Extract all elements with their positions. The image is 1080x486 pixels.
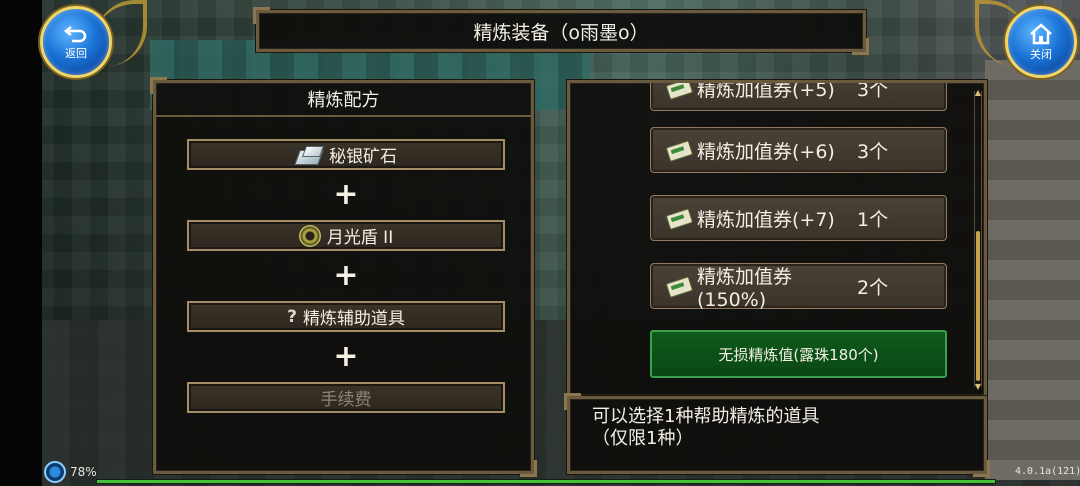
battery-icon	[44, 461, 66, 483]
scroll-down-icon[interactable]: ▼	[972, 383, 984, 391]
recipe-title: 精炼配方	[156, 83, 531, 117]
equipment-label: 月光盾 II	[326, 228, 394, 248]
ticket-count: 2个	[857, 276, 889, 299]
info-line-2: （仅限1种）	[592, 428, 694, 449]
info-text: 可以选择1种帮助精炼的道具 （仅限1种）	[592, 406, 819, 450]
assist-item-slot[interactable]: ? 精炼辅助道具	[187, 301, 505, 332]
ticket-name: 精炼加值券(+5)	[697, 80, 835, 101]
ticket-icon	[665, 83, 691, 99]
title-bar: 精炼装备（o雨墨o）	[253, 7, 869, 55]
ticket-name: 精炼加值券(+7)	[697, 208, 835, 231]
scroll-up-icon[interactable]: ▲	[972, 89, 984, 97]
home-icon	[1030, 22, 1052, 44]
experience-bar	[96, 479, 996, 484]
ticket-name: 精炼加值券(150%)	[697, 265, 793, 311]
battery-percent: 78%	[70, 465, 97, 479]
ticket-count: 3个	[857, 80, 889, 101]
ticket-count: 1个	[857, 208, 889, 231]
scene-stone-pillar	[985, 60, 1080, 480]
info-line-1: 可以选择1种帮助精炼的道具	[592, 406, 820, 427]
ticket-item[interactable]: 精炼加值券(+6) 3个	[650, 127, 947, 173]
question-mark-icon: ?	[287, 306, 297, 327]
ticket-item[interactable]: 精炼加值券(150%) 2个	[650, 263, 947, 311]
experience-bar-fill	[97, 480, 995, 483]
ticket-icon	[665, 275, 691, 297]
close-button-label: 关闭	[1030, 47, 1052, 61]
back-arrow-icon	[63, 25, 87, 42]
ticket-item[interactable]: 精炼加值券(+5) 3个	[650, 80, 947, 111]
back-button-label: 返回	[65, 46, 87, 60]
material-label: 秘银矿石	[329, 147, 397, 167]
recipe-panel: 精炼配方 秘银矿石 + 月光盾 II + ? 精炼辅助道具 + 手续费	[150, 77, 537, 477]
material-slot[interactable]: 秘银矿石	[187, 139, 505, 170]
plus-sign: +	[333, 339, 359, 374]
scroll-thumb[interactable]	[976, 231, 980, 381]
screen-edge	[0, 0, 42, 486]
fee-slot: 手续费	[187, 382, 505, 413]
equipment-slot[interactable]: 月光盾 II	[187, 220, 505, 251]
lossless-refine-button[interactable]: 无损精炼值(露珠180个)	[650, 330, 947, 378]
back-button[interactable]: 返回	[40, 6, 112, 78]
version-label: 4.0.1a(121)	[1015, 466, 1080, 477]
info-panel: 可以选择1种帮助精炼的道具 （仅限1种）	[564, 393, 990, 477]
moonlight-shield-icon	[298, 224, 321, 247]
fee-label: 手续费	[320, 390, 372, 410]
assist-item-list: 精炼加值券(+5) 3个 精炼加值券(+6) 3个 精炼加值券(+7) 1个 精…	[567, 80, 987, 398]
ticket-count: 3个	[857, 140, 889, 163]
list-scrollbar[interactable]: ▲ ▼	[972, 89, 984, 391]
page-title: 精炼装备（o雨墨o）	[473, 21, 649, 44]
battery-status: 78%	[44, 461, 97, 483]
ticket-icon	[665, 207, 691, 229]
mithril-ore-icon	[295, 146, 323, 164]
close-button[interactable]: 关闭	[1005, 6, 1077, 78]
plus-sign: +	[333, 177, 359, 212]
ticket-icon	[665, 139, 691, 161]
ticket-name: 精炼加值券(+6)	[697, 140, 835, 163]
plus-sign: +	[333, 258, 359, 293]
ticket-item[interactable]: 精炼加值券(+7) 1个	[650, 195, 947, 241]
assist-item-label: 精炼辅助道具	[302, 309, 405, 329]
